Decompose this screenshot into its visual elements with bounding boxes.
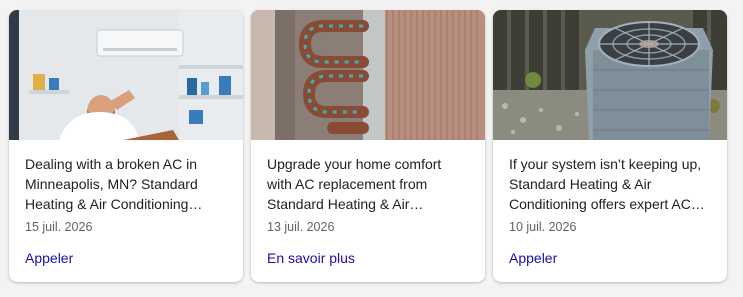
post-date: 10 juil. 2026	[509, 220, 577, 234]
post-date: 15 juil. 2026	[25, 220, 93, 234]
post-description[interactable]: Dealing with a broken AC in Minneapolis,…	[25, 154, 227, 214]
post-image-man-with-ac[interactable]	[9, 10, 243, 140]
post-description[interactable]: Upgrade your home comfort with AC replac…	[267, 154, 469, 214]
post-cards-row: Dealing with a broken AC in Minneapolis,…	[0, 0, 743, 297]
ac-coil-illustration	[251, 10, 485, 140]
man-with-ac-illustration	[9, 10, 243, 140]
call-button[interactable]: Appeler	[509, 248, 557, 268]
post-image-ac-coil[interactable]	[251, 10, 485, 140]
post-date: 13 juil. 2026	[267, 220, 335, 234]
ac-condenser-illustration	[493, 10, 727, 140]
post-card-1[interactable]: Dealing with a broken AC in Minneapolis,…	[9, 10, 243, 282]
call-button[interactable]: Appeler	[25, 248, 73, 268]
post-description[interactable]: If your system isn’t keeping up, Standar…	[509, 154, 711, 214]
post-card-3[interactable]: If your system isn’t keeping up, Standar…	[493, 10, 727, 282]
post-card-2[interactable]: Upgrade your home comfort with AC replac…	[251, 10, 485, 282]
post-image-condenser-unit[interactable]	[493, 10, 727, 140]
learn-more-button[interactable]: En savoir plus	[267, 248, 355, 268]
